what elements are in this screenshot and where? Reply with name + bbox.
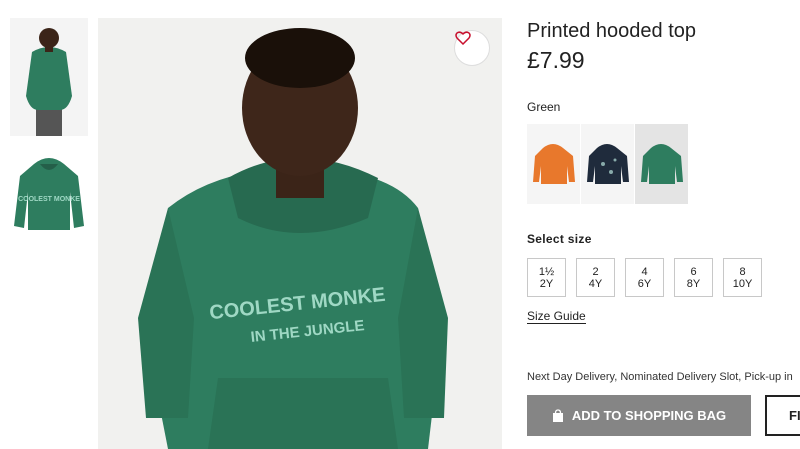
add-to-bag-label: ADD TO SHOPPING BAG bbox=[571, 408, 727, 423]
size-top: 1½ bbox=[538, 265, 555, 278]
size-bottom: 2Y bbox=[539, 277, 554, 290]
thumbnail-list: COOLEST MONKE bbox=[10, 18, 90, 256]
swatch-navy[interactable] bbox=[581, 124, 634, 204]
size-guide-link[interactable]: Size Guide bbox=[527, 309, 586, 324]
size-option[interactable]: 4 6Y bbox=[625, 258, 664, 297]
heart-icon bbox=[455, 31, 471, 45]
favourite-button[interactable] bbox=[454, 30, 490, 66]
size-bottom: 8Y bbox=[686, 277, 701, 290]
size-option[interactable]: 2 4Y bbox=[576, 258, 615, 297]
add-to-bag-button[interactable]: ADD TO SHOPPING BAG bbox=[527, 395, 751, 436]
colour-swatches bbox=[527, 124, 800, 204]
colour-label: Green bbox=[527, 100, 561, 114]
size-options: 1½ 2Y 2 4Y 4 6Y 6 8Y 8 10Y bbox=[527, 258, 800, 297]
size-option[interactable]: 8 10Y bbox=[723, 258, 762, 297]
size-label: Select size bbox=[527, 232, 592, 246]
size-option[interactable]: 1½ 2Y bbox=[527, 258, 566, 297]
thumbnail-model[interactable] bbox=[10, 18, 88, 136]
swatch-orange[interactable] bbox=[527, 124, 580, 204]
thumbnail-flatlay[interactable]: COOLEST MONKE bbox=[10, 146, 88, 246]
size-top: 4 bbox=[641, 265, 648, 278]
svg-text:COOLEST MONKE: COOLEST MONKE bbox=[18, 196, 80, 203]
product-info: Printed hooded top £7.99 Green Select si… bbox=[527, 18, 800, 383]
size-option[interactable]: 6 8Y bbox=[674, 258, 713, 297]
shopping-bag-icon bbox=[552, 409, 563, 422]
swatch-green[interactable] bbox=[635, 124, 688, 204]
size-top: 6 bbox=[690, 265, 697, 278]
main-product-image: COOLEST MONKE IN THE JUNGLE bbox=[98, 18, 502, 449]
size-top: 8 bbox=[739, 265, 746, 278]
product-title: Printed hooded top bbox=[527, 20, 697, 42]
size-bottom: 10Y bbox=[732, 277, 753, 290]
size-bottom: 4Y bbox=[588, 277, 603, 290]
delivery-info: Next Day Delivery, Nominated Delivery Sl… bbox=[527, 371, 793, 383]
secondary-button[interactable]: FI bbox=[765, 395, 800, 436]
size-top: 2 bbox=[592, 265, 599, 278]
size-bottom: 6Y bbox=[637, 277, 652, 290]
product-price: £7.99 bbox=[527, 47, 585, 73]
